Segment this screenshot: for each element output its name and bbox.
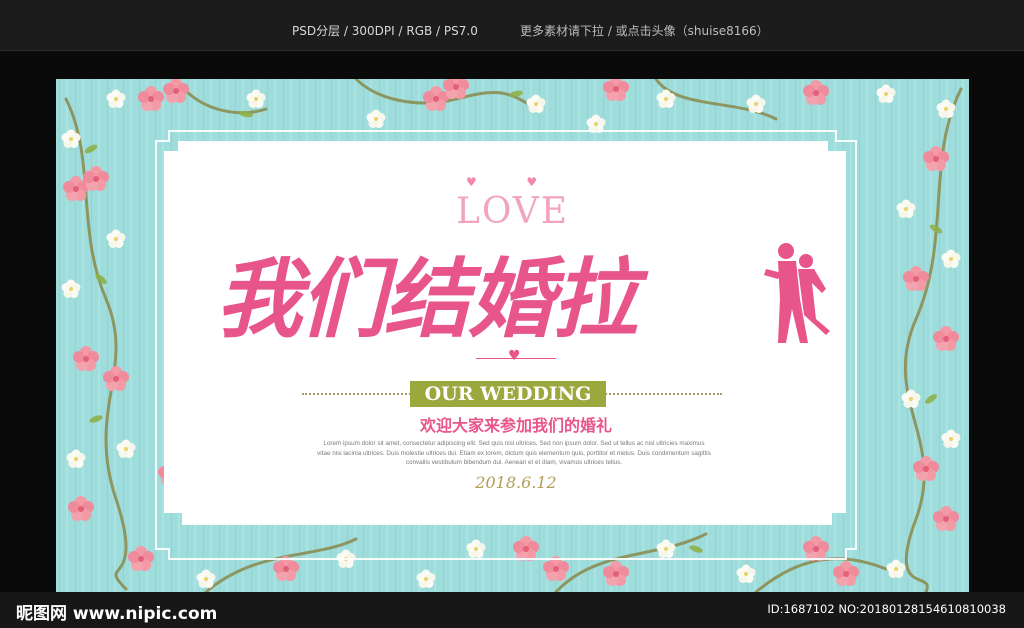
subtitle-en: OUR WEDDING xyxy=(424,383,592,405)
specs-text: PSD分层 / 300DPI / RGB / PS7.0 xyxy=(292,24,478,38)
subtitle-cn: 欢迎大家来参加我们的婚礼 xyxy=(419,416,612,435)
lorem-line: Lorem ipsum dolor sit amet, consectetur … xyxy=(323,440,705,447)
watermark-bar: 昵图网 www.nipic.com ID:1687102 NO:20180128… xyxy=(0,592,1024,628)
lorem-block: Lorem ipsum dolor sit amet, consectetur … xyxy=(284,439,744,468)
subtitle-ribbon: OUR WEDDING xyxy=(410,381,606,407)
couple-silhouette-icon xyxy=(764,243,830,343)
image-id-text: ID:1687102 NO:20180128154610810038 xyxy=(767,602,1006,616)
wedding-date: 2018.6.12 xyxy=(475,473,557,492)
site-logo[interactable]: 昵图网 www.nipic.com xyxy=(16,599,217,624)
poster-title: 我们结婚拉 xyxy=(216,249,638,350)
more-materials-link[interactable]: 更多素材请下拉 / 或点击头像（shuise8166） xyxy=(520,22,769,39)
heart-arrow-divider: ♥ xyxy=(476,348,556,364)
top-info-bar: PSD分层 / 300DPI / RGB / PS7.0 更多素材请下拉 / 或… xyxy=(0,0,1024,51)
love-text: LOVE xyxy=(456,191,570,232)
love-heart-icon: ♥ ♥ xyxy=(466,175,538,189)
lorem-line: vitae nisi lacinia ultrices. Duis molest… xyxy=(317,449,711,457)
wedding-poster: LOVE ♥ ♥ 我们结婚拉 ♥ OUR WEDDING 欢迎大家来参加我们的婚… xyxy=(56,79,969,592)
lorem-line: convallis vestibulum bibendum dui. Aenea… xyxy=(405,459,623,466)
